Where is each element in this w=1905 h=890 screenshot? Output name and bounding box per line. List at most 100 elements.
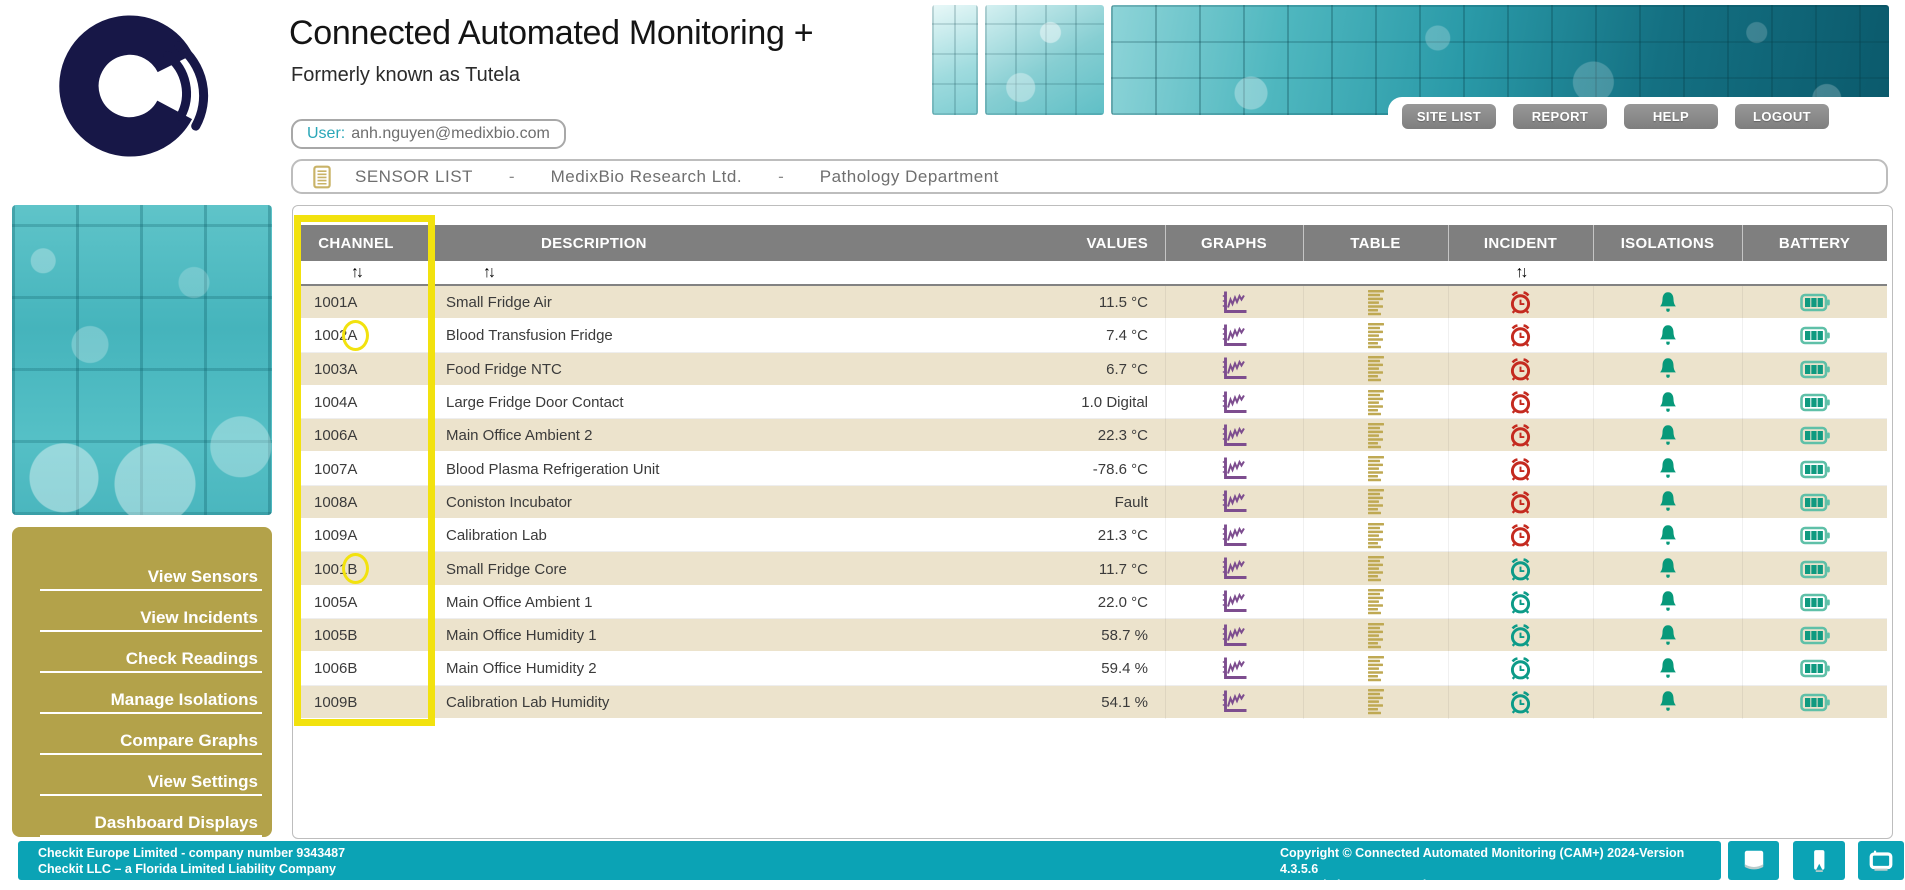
incident-clock-icon[interactable] bbox=[1507, 622, 1534, 649]
value-cell: 1.0 Digital bbox=[1001, 394, 1165, 411]
incident-clock-icon[interactable] bbox=[1507, 289, 1534, 316]
description-cell: Coniston Incubator bbox=[411, 494, 1001, 511]
value-cell: 11.5 °C bbox=[1001, 294, 1165, 311]
mobile-app-icon[interactable] bbox=[1793, 841, 1845, 880]
table-icon[interactable] bbox=[1365, 555, 1387, 583]
sidebar-item-view-settings[interactable]: View Settings bbox=[40, 772, 262, 796]
site-list-button[interactable]: SITE LIST bbox=[1402, 104, 1496, 129]
isolation-bell-icon[interactable] bbox=[1656, 656, 1680, 682]
sidebar-item-manage-isolations[interactable]: Manage Isolations bbox=[40, 690, 262, 714]
incident-clock-icon[interactable] bbox=[1507, 522, 1534, 549]
column-header-isolations: ISOLATIONS bbox=[1593, 225, 1742, 261]
table-icon[interactable] bbox=[1365, 289, 1387, 317]
sort-channel-button[interactable]: ↑↓ bbox=[347, 265, 365, 281]
desktop-app-icon[interactable] bbox=[1728, 841, 1779, 880]
table-icon[interactable] bbox=[1365, 488, 1387, 516]
graph-icon[interactable] bbox=[1221, 623, 1248, 649]
isolation-bell-icon[interactable] bbox=[1656, 390, 1680, 416]
graph-icon[interactable] bbox=[1221, 589, 1248, 615]
table-icon[interactable] bbox=[1365, 522, 1387, 550]
footer-bar: Checkit Europe Limited - company number … bbox=[18, 841, 1721, 880]
channel-cell: 1001B bbox=[301, 561, 411, 578]
isolation-bell-icon[interactable] bbox=[1656, 290, 1680, 316]
incident-clock-icon[interactable] bbox=[1507, 655, 1534, 682]
table-icon[interactable] bbox=[1365, 455, 1387, 483]
isolation-bell-icon[interactable] bbox=[1656, 323, 1680, 349]
isolation-bell-icon[interactable] bbox=[1656, 589, 1680, 615]
incident-clock-icon[interactable] bbox=[1507, 689, 1534, 716]
incident-clock-icon[interactable] bbox=[1507, 489, 1534, 516]
channel-cell: 1005A bbox=[301, 594, 411, 611]
sidebar-item-view-sensors[interactable]: View Sensors bbox=[40, 567, 262, 591]
incident-clock-icon[interactable] bbox=[1507, 422, 1534, 449]
table-icon[interactable] bbox=[1365, 322, 1387, 350]
value-cell: 58.7 % bbox=[1001, 627, 1165, 644]
graph-icon[interactable] bbox=[1221, 556, 1248, 582]
isolation-bell-icon[interactable] bbox=[1656, 689, 1680, 715]
graph-icon[interactable] bbox=[1221, 656, 1248, 682]
table-icon[interactable] bbox=[1365, 588, 1387, 616]
sensor-row: 1009A Calibration Lab 21.3 °C bbox=[301, 519, 1887, 552]
sensor-row: 1001B Small Fridge Core 11.7 °C bbox=[301, 552, 1887, 585]
table-icon[interactable] bbox=[1365, 422, 1387, 450]
incident-clock-icon[interactable] bbox=[1507, 456, 1534, 483]
value-cell: Fault bbox=[1001, 494, 1165, 511]
table-icon[interactable] bbox=[1365, 389, 1387, 417]
isolation-bell-icon[interactable] bbox=[1656, 623, 1680, 649]
value-cell: 54.1 % bbox=[1001, 694, 1165, 711]
sidebar-item-dashboard-displays[interactable]: Dashboard Displays bbox=[40, 813, 262, 837]
isolation-bell-icon[interactable] bbox=[1656, 556, 1680, 582]
nav-button-strip: SITE LIST REPORT HELP LOGOUT bbox=[1388, 97, 1905, 136]
column-header-description: DESCRIPTION bbox=[411, 225, 1001, 261]
battery-icon bbox=[1800, 559, 1830, 580]
breadcrumb: SENSOR LIST - MedixBio Research Ltd. - P… bbox=[291, 159, 1888, 194]
sidebar-item-view-incidents[interactable]: View Incidents bbox=[40, 608, 262, 632]
graph-icon[interactable] bbox=[1221, 356, 1248, 382]
graph-icon[interactable] bbox=[1221, 489, 1248, 515]
table-icon[interactable] bbox=[1365, 355, 1387, 383]
sensor-row: 1006B Main Office Humidity 2 59.4 % bbox=[301, 652, 1887, 685]
graph-icon[interactable] bbox=[1221, 290, 1248, 316]
graph-icon[interactable] bbox=[1221, 689, 1248, 715]
graph-icon[interactable] bbox=[1221, 523, 1248, 549]
battery-icon bbox=[1800, 359, 1830, 380]
sidebar-item-check-readings[interactable]: Check Readings bbox=[40, 649, 262, 673]
table-icon[interactable] bbox=[1365, 655, 1387, 683]
incident-clock-icon[interactable] bbox=[1507, 556, 1534, 583]
value-cell: 22.0 °C bbox=[1001, 594, 1165, 611]
isolation-bell-icon[interactable] bbox=[1656, 523, 1680, 549]
isolation-bell-icon[interactable] bbox=[1656, 489, 1680, 515]
app-window: Connected Automated Monitoring + Formerl… bbox=[0, 0, 1905, 890]
sidebar-item-compare-graphs[interactable]: Compare Graphs bbox=[40, 731, 262, 755]
sensor-row: 1005B Main Office Humidity 1 58.7 % bbox=[301, 619, 1887, 652]
footer-copyright: Copyright © Connected Automated Monitori… bbox=[1280, 845, 1721, 877]
graph-icon[interactable] bbox=[1221, 456, 1248, 482]
graph-icon[interactable] bbox=[1221, 423, 1248, 449]
column-header-battery: BATTERY bbox=[1742, 225, 1887, 261]
isolation-bell-icon[interactable] bbox=[1656, 356, 1680, 382]
sort-incident-button[interactable]: ↑↓ bbox=[1512, 265, 1530, 281]
table-icon[interactable] bbox=[1365, 688, 1387, 716]
graph-icon[interactable] bbox=[1221, 323, 1248, 349]
sort-description-button[interactable]: ↑↓ bbox=[479, 265, 497, 281]
graph-icon[interactable] bbox=[1221, 390, 1248, 416]
value-cell: 6.7 °C bbox=[1001, 361, 1165, 378]
incident-clock-icon[interactable] bbox=[1507, 589, 1534, 616]
incident-clock-icon[interactable] bbox=[1507, 389, 1534, 416]
report-button[interactable]: REPORT bbox=[1513, 104, 1607, 129]
display-screen-icon[interactable] bbox=[1858, 841, 1904, 880]
help-button[interactable]: HELP bbox=[1624, 104, 1718, 129]
logout-button[interactable]: LOGOUT bbox=[1735, 104, 1829, 129]
incident-clock-icon[interactable] bbox=[1507, 322, 1534, 349]
battery-icon bbox=[1800, 425, 1830, 446]
brand-logo bbox=[56, 4, 220, 168]
description-cell: Calibration Lab bbox=[411, 527, 1001, 544]
table-icon[interactable] bbox=[1365, 622, 1387, 650]
table-header-row: CHANNEL DESCRIPTION VALUES GRAPHS TABLE … bbox=[301, 225, 1887, 261]
isolation-bell-icon[interactable] bbox=[1656, 456, 1680, 482]
description-cell: Main Office Humidity 1 bbox=[411, 627, 1001, 644]
isolation-bell-icon[interactable] bbox=[1656, 423, 1680, 449]
incident-clock-icon[interactable] bbox=[1507, 356, 1534, 383]
column-header-values: VALUES bbox=[1001, 225, 1165, 261]
sensor-row: 1004A Large Fridge Door Contact 1.0 Digi… bbox=[301, 386, 1887, 419]
